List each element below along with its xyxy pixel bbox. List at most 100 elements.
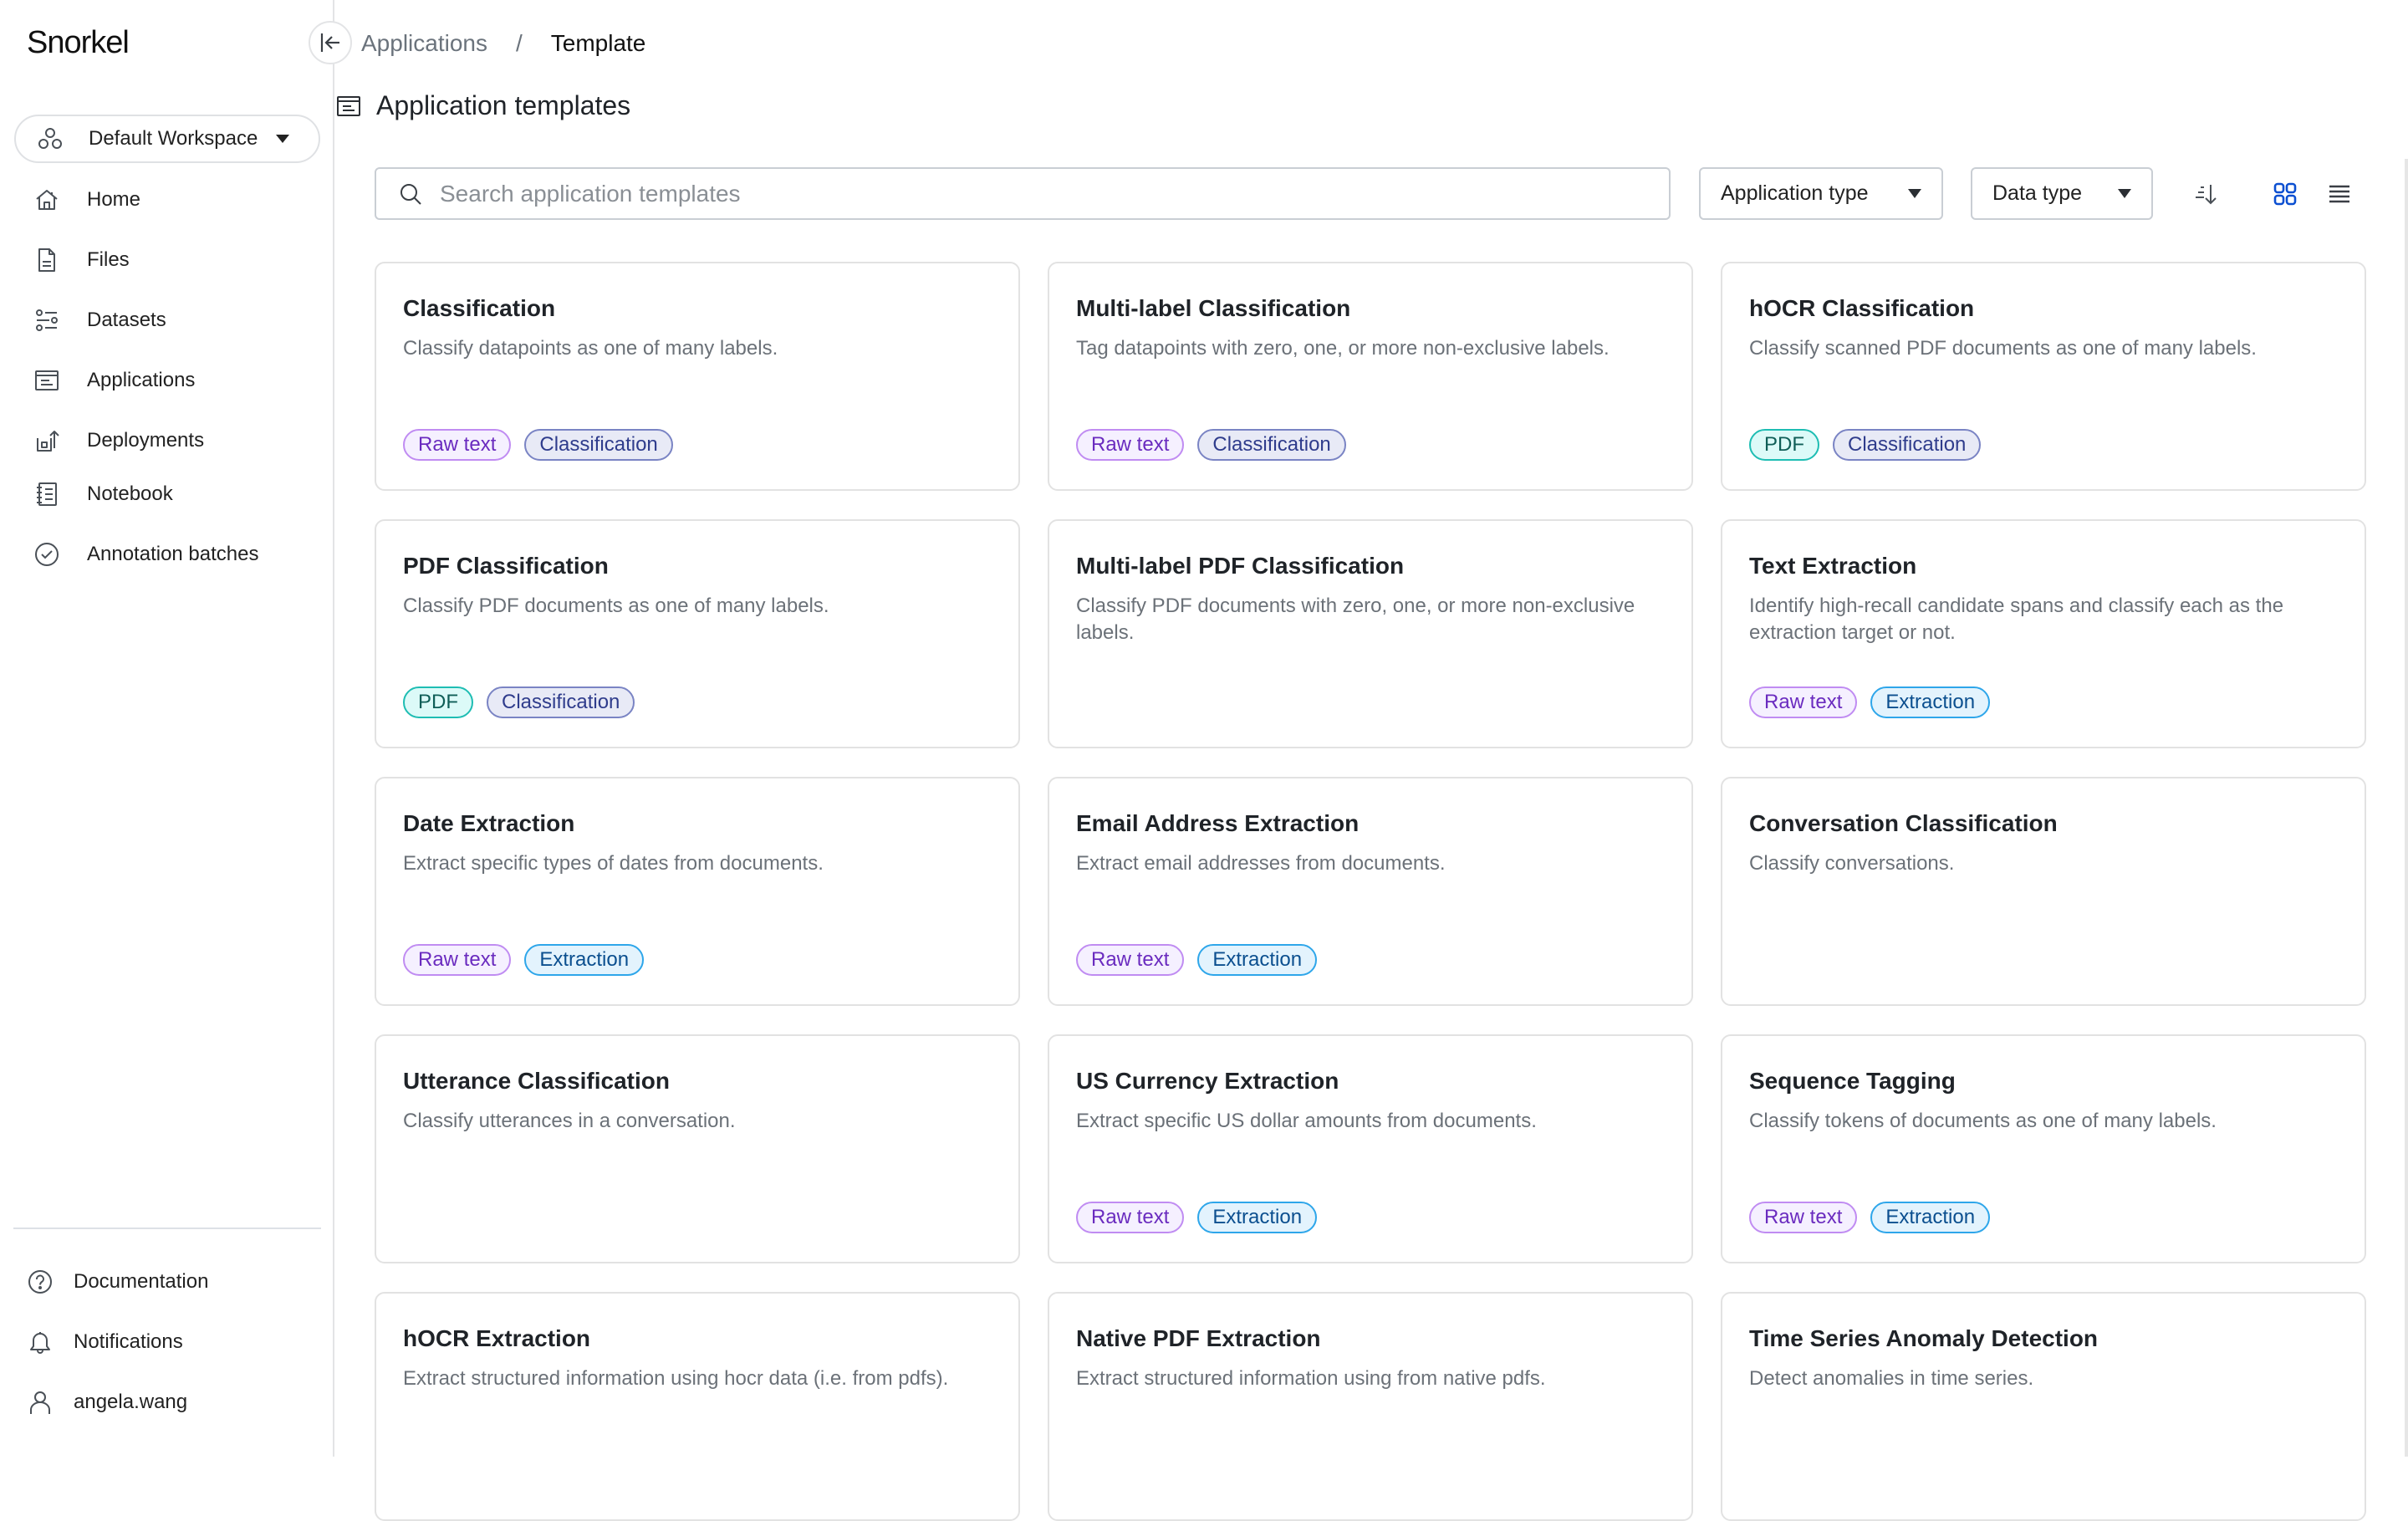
template-card[interactable]: Sequence Tagging Classify tokens of docum… — [1721, 1034, 2366, 1263]
data-type-dropdown[interactable]: Data type — [1971, 167, 2153, 220]
sidebar-item-datasets[interactable]: Datasets — [0, 297, 333, 344]
template-title: Multi-label PDF Classification — [1076, 553, 1405, 579]
template-title: Native PDF Extraction — [1076, 1325, 1321, 1351]
template-title: Utterance Classification — [403, 1068, 670, 1094]
page-title: Application templates — [376, 90, 631, 120]
template-card[interactable]: Email Address Extraction Extract email ad… — [1048, 777, 1693, 1006]
sidebar-item-home[interactable]: Home — [0, 176, 333, 223]
sidebar-item-files[interactable]: Files — [0, 237, 333, 283]
template-title: Time Series Anomaly Detection — [1749, 1325, 2099, 1351]
sidebar-item-notebook[interactable]: Notebook — [0, 471, 333, 518]
application-type-dropdown[interactable]: Application type — [1699, 167, 1943, 220]
sidebar-item-documentation[interactable]: Documentation — [0, 1258, 333, 1305]
tag-extraction: Extraction — [1870, 1202, 1991, 1233]
applications-icon — [336, 95, 361, 117]
sidebar-item-user[interactable]: angela.wang — [0, 1379, 333, 1426]
template-card[interactable]: Multi-label PDF Classification Classify P… — [1048, 519, 1693, 748]
tag-extraction: Extraction — [524, 944, 645, 976]
template-card[interactable]: PDF Classification Classify PDF documents… — [375, 519, 1020, 748]
check-circle-icon — [33, 541, 60, 568]
template-title: Date Extraction — [403, 810, 575, 836]
template-card[interactable]: Date Extraction Extract specific types of… — [375, 777, 1020, 1006]
template-tags: PDF Classification — [1749, 429, 1982, 461]
sidebar-item-label: Deployments — [87, 429, 205, 452]
tag-classification: Classification — [1833, 429, 1982, 461]
template-card[interactable]: hOCR Classification Classify scanned PDF … — [1721, 262, 2366, 491]
caret-down-icon — [276, 135, 290, 143]
sidebar: Snorkel Default Workspace Home Files Dat… — [0, 0, 334, 1457]
breadcrumb-applications-link[interactable]: Applications — [361, 30, 487, 57]
template-tags: Raw text Extraction — [1749, 1202, 1991, 1233]
sidebar-item-annotation-batches[interactable]: Annotation batches — [0, 531, 333, 578]
template-title: Conversation Classification — [1749, 810, 2058, 836]
list-view-button[interactable] — [2323, 177, 2356, 211]
template-title: Email Address Extraction — [1076, 810, 1360, 836]
template-tags: Raw text Classification — [1076, 429, 1346, 461]
sidebar-divider — [13, 1228, 321, 1229]
sidebar-item-label: Notebook — [87, 482, 173, 505]
file-icon — [33, 247, 60, 273]
template-card[interactable]: Utterance Classification Classify utteran… — [375, 1034, 1020, 1263]
tag-pdf: PDF — [403, 686, 473, 718]
sidebar-item-deployments[interactable]: Deployments — [0, 417, 333, 464]
template-title: Sequence Tagging — [1749, 1068, 1956, 1094]
snorkel-logo[interactable]: Snorkel — [27, 25, 130, 61]
tag-raw-text: Raw text — [403, 944, 512, 976]
template-tags: Raw text Extraction — [1076, 944, 1318, 976]
grid-view-icon — [2273, 181, 2298, 207]
sidebar-item-label: Files — [87, 248, 130, 271]
sort-descending-icon — [2192, 181, 2219, 207]
sidebar-item-applications[interactable]: Applications — [0, 357, 333, 404]
search-field[interactable] — [375, 167, 1671, 220]
caret-down-icon — [1908, 189, 1921, 198]
grid-view-button[interactable] — [2268, 177, 2302, 211]
tag-raw-text: Raw text — [1749, 1202, 1858, 1233]
list-view-icon — [2327, 181, 2352, 207]
template-description: Classify PDF documents as one of many la… — [403, 595, 829, 617]
application-type-label: Application type — [1721, 181, 1869, 205]
tag-raw-text: Raw text — [1749, 686, 1858, 718]
tag-raw-text: Raw text — [1076, 429, 1185, 461]
template-description: Extract structured information using hoc… — [403, 1367, 949, 1390]
collapse-left-icon — [319, 31, 342, 54]
page-header: Application templates — [336, 90, 630, 121]
template-description: Extract specific US dollar amounts from … — [1076, 1110, 1537, 1132]
help-icon — [27, 1268, 54, 1295]
template-card[interactable]: Conversation Classification Classify conv… — [1721, 777, 2366, 1006]
notebook-icon — [33, 481, 60, 508]
user-icon — [27, 1389, 54, 1416]
tag-extraction: Extraction — [1870, 686, 1991, 718]
collapse-sidebar-button[interactable] — [309, 21, 352, 64]
tag-pdf: PDF — [1749, 429, 1819, 461]
data-type-label: Data type — [1992, 181, 2083, 205]
template-title: hOCR Extraction — [403, 1325, 591, 1351]
template-tags: Raw text Extraction — [1076, 1202, 1318, 1233]
template-description: Classify datapoints as one of many label… — [403, 337, 778, 360]
template-description: Classify scanned PDF documents as one of… — [1749, 337, 2257, 360]
template-description: Extract email addresses from documents. — [1076, 852, 1446, 875]
tag-classification: Classification — [524, 429, 673, 461]
sort-button[interactable] — [2189, 177, 2222, 211]
template-description: Classify PDF documents with zero, one, o… — [1076, 595, 1635, 644]
template-card[interactable]: Multi-label Classification Tag datapoints… — [1048, 262, 1693, 491]
template-card[interactable]: Native PDF Extraction Extract structured … — [1048, 1292, 1693, 1521]
tag-extraction: Extraction — [1197, 944, 1318, 976]
template-card[interactable]: US Currency Extraction Extract specific U… — [1048, 1034, 1693, 1263]
tag-raw-text: Raw text — [1076, 944, 1185, 976]
scrollbar[interactable] — [2405, 159, 2408, 1457]
template-title: Classification — [403, 295, 556, 321]
template-card[interactable]: Classification Classify datapoints as one… — [375, 262, 1020, 491]
template-card[interactable]: Time Series Anomaly Detection Detect anom… — [1721, 1292, 2366, 1521]
template-card[interactable]: Text Extraction Identify high-recall cand… — [1721, 519, 2366, 748]
search-input[interactable] — [438, 179, 1612, 208]
template-title: US Currency Extraction — [1076, 1068, 1339, 1094]
workspace-selector[interactable]: Default Workspace — [14, 115, 320, 163]
template-card[interactable]: hOCR Extraction Extract structured inform… — [375, 1292, 1020, 1521]
sidebar-item-label: Home — [87, 188, 141, 211]
template-title: hOCR Classification — [1749, 295, 1975, 321]
template-grid: Classification Classify datapoints as one… — [375, 262, 2366, 1521]
sidebar-item-notifications[interactable]: Notifications — [0, 1319, 333, 1365]
template-title: Text Extraction — [1749, 553, 1917, 579]
breadcrumb: Applications / Template — [361, 30, 645, 57]
template-description: Extract specific types of dates from doc… — [403, 852, 824, 875]
